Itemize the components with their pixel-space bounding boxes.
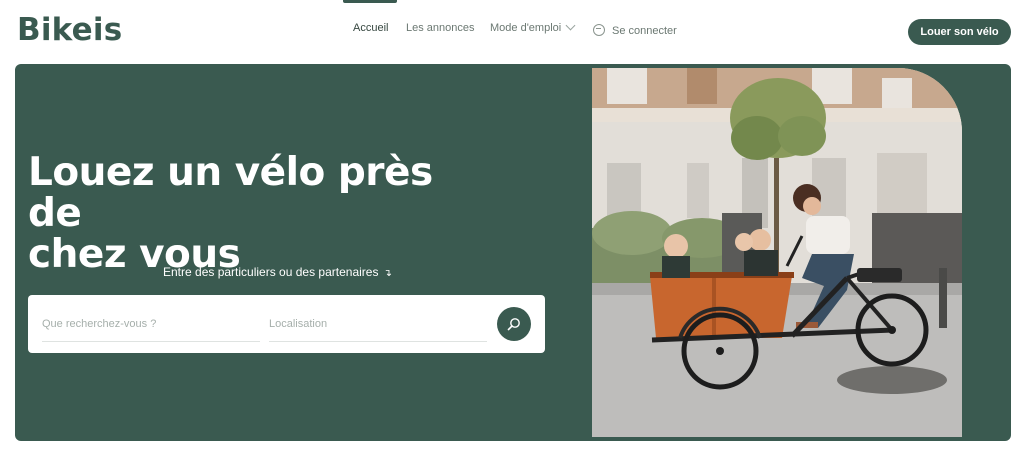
chevron-down-icon (565, 20, 576, 31)
main-nav: Accueil Les annonces Mode d'emploi Se co… (0, 20, 1024, 42)
location-field (269, 311, 487, 342)
nav-item-annonces[interactable]: Les annonces (406, 22, 475, 34)
query-field (42, 311, 260, 342)
search-icon (507, 318, 520, 331)
hero-title: Louez un vélo près de chez vous (28, 152, 498, 275)
nav-item-login[interactable]: Se connecter (593, 22, 677, 37)
hero-title-line1: Louez un vélo près de (28, 150, 433, 236)
hero-section: Louez un vélo près de chez vous Entre de… (15, 64, 1011, 441)
nav-item-mode-emploi[interactable]: Mode d'emploi (490, 20, 576, 34)
search-bar (28, 295, 545, 353)
query-input[interactable] (42, 311, 260, 337)
rent-bike-button[interactable]: Louer son vélo (908, 19, 1011, 45)
cargo-bike-scene (592, 68, 962, 437)
nav-item-accueil[interactable]: Accueil (353, 22, 388, 34)
nav-item-mode-emploi-label: Mode d'emploi (490, 22, 562, 34)
hero-subtitle: Entre des particuliers ou des partenaire… (163, 265, 392, 279)
active-nav-indicator (343, 0, 397, 3)
arrow-down-right-icon: ↴ (383, 268, 392, 279)
nav-item-login-label: Se connecter (612, 25, 677, 37)
hero-subtitle-text: Entre des particuliers ou des partenaire… (163, 265, 379, 279)
location-input[interactable] (269, 311, 487, 337)
hero-photo (592, 68, 962, 437)
search-button[interactable] (497, 307, 531, 341)
login-icon (593, 24, 605, 36)
